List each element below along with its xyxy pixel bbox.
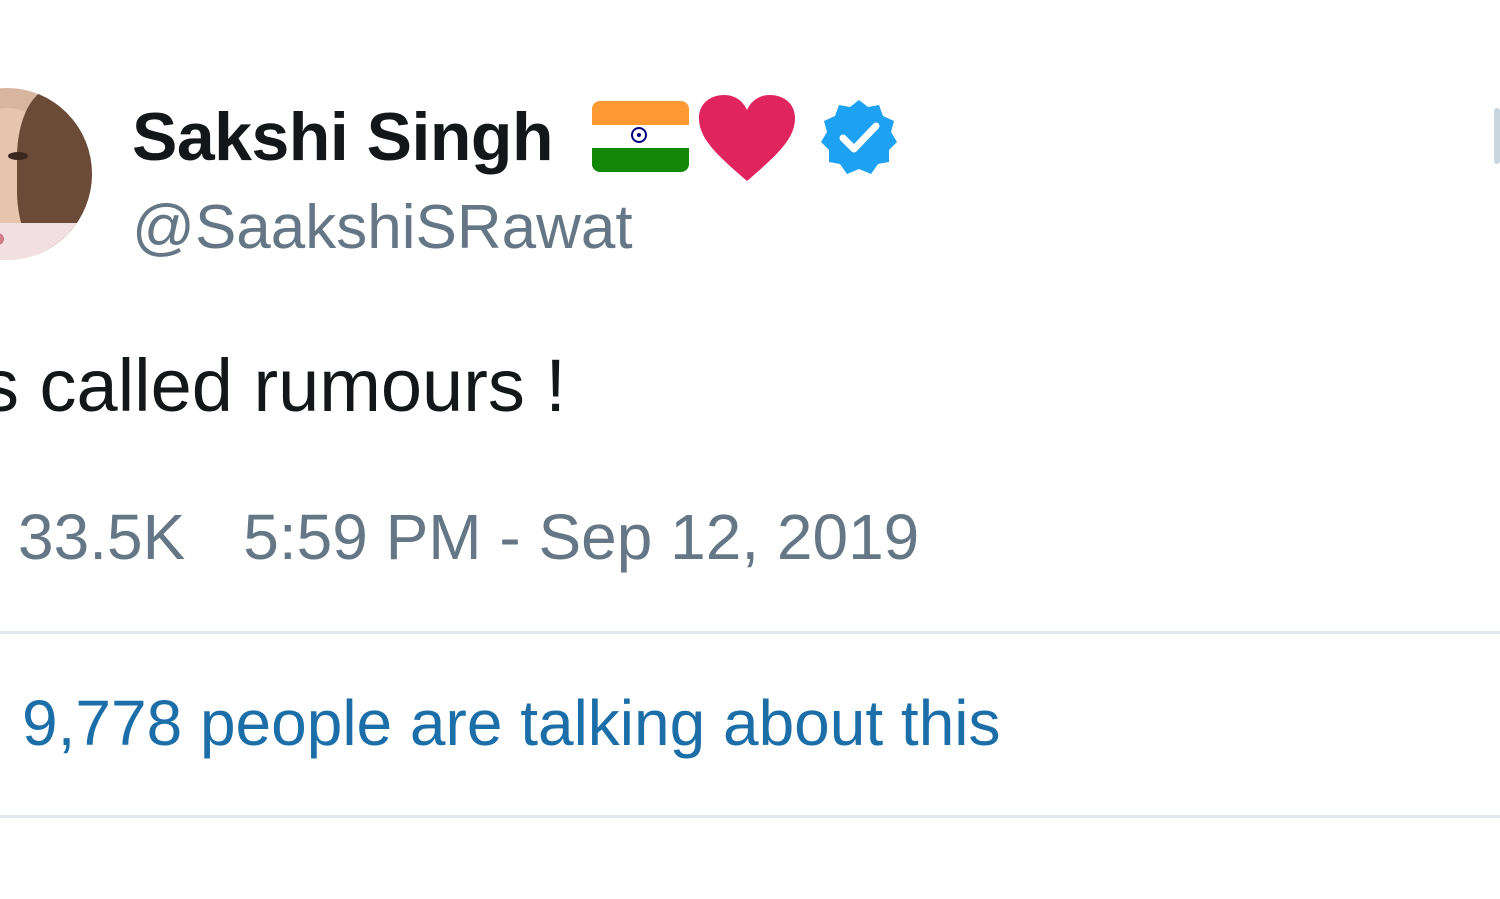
divider <box>0 631 1500 634</box>
divider <box>0 815 1500 818</box>
avatar-eye <box>8 152 28 160</box>
tweet-meta: 33.5K 5:59 PM - Sep 12, 2019 <box>18 500 919 574</box>
user-handle[interactable]: @SaakshiSRawat <box>132 192 633 263</box>
tweet-card: Sakshi Singh @SaakshiSRawat s called rum… <box>0 0 1500 899</box>
ashoka-chakra-icon <box>631 126 647 143</box>
talking-about-link[interactable]: 9,778 people are talking about this <box>22 686 1001 760</box>
avatar-clothing <box>0 223 92 260</box>
verified-badge-icon <box>821 100 897 174</box>
red-heart-icon <box>699 95 795 181</box>
tweet-text: s called rumours ! <box>0 344 566 427</box>
more-options-icon[interactable] <box>1494 108 1500 164</box>
likes-count[interactable]: 33.5K <box>18 501 185 573</box>
tweet-timestamp[interactable]: 5:59 PM - Sep 12, 2019 <box>243 501 919 573</box>
avatar[interactable] <box>0 88 92 260</box>
flag-white-band <box>592 124 689 149</box>
flag-green-band <box>592 148 689 172</box>
india-flag-icon <box>592 101 689 172</box>
display-name[interactable]: Sakshi Singh <box>132 98 554 176</box>
flag-saffron-band <box>592 101 689 125</box>
